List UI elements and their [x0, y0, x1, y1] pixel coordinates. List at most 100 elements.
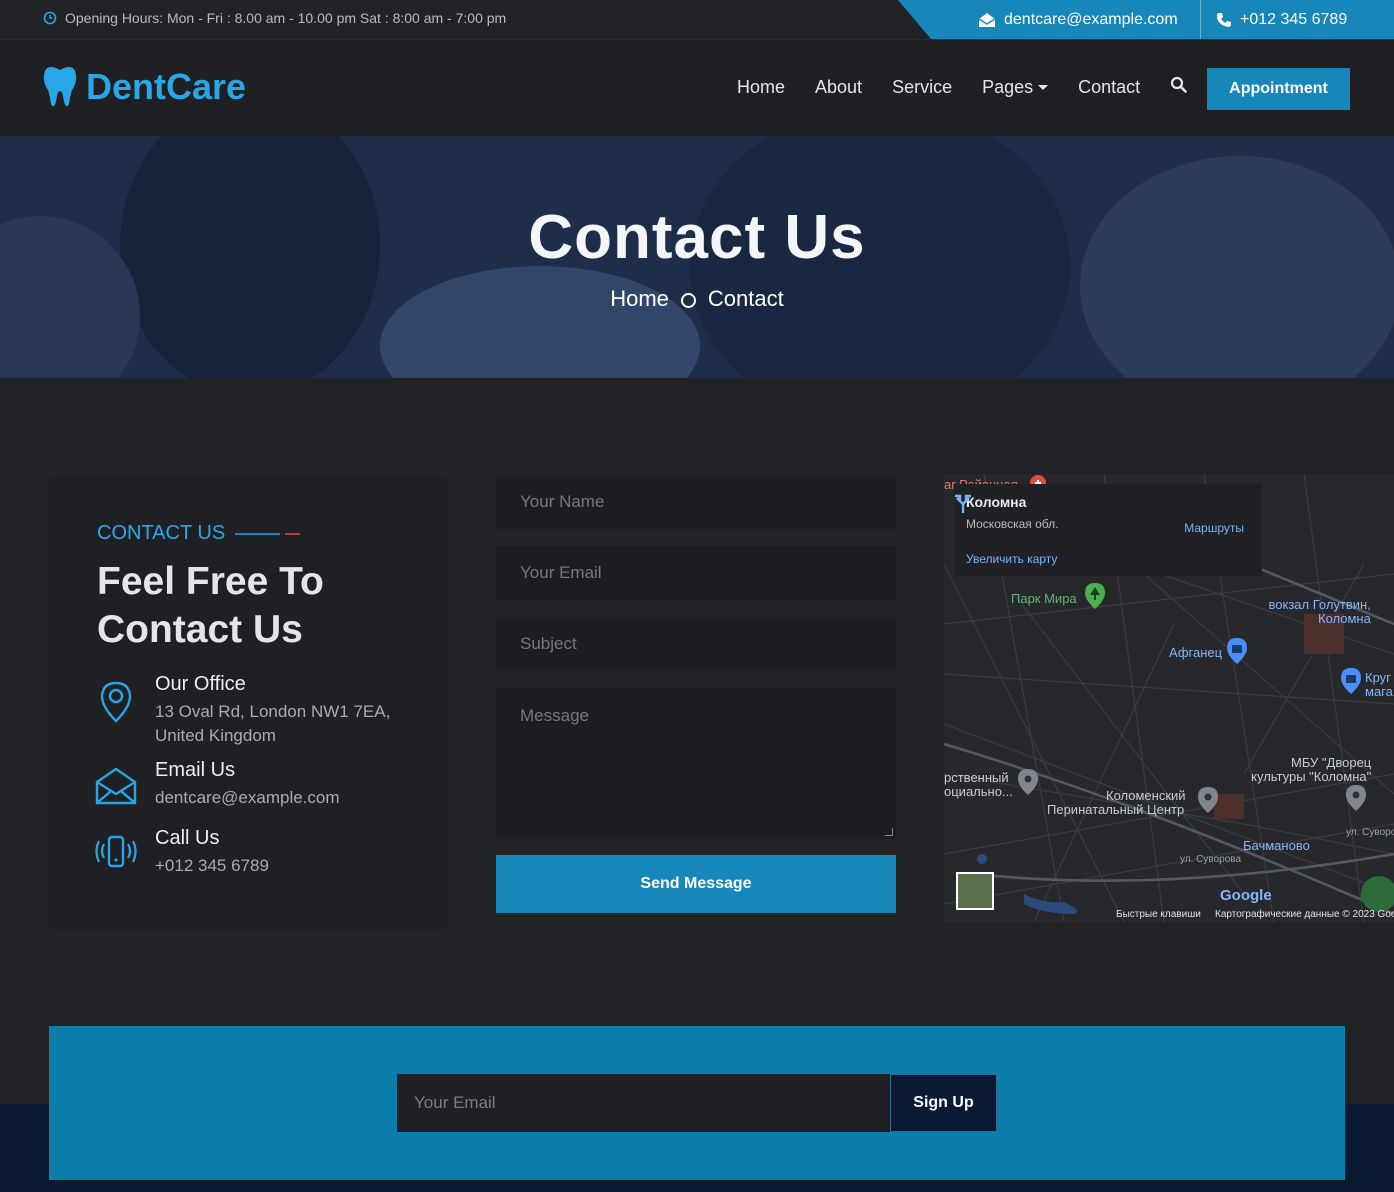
dvorets-line-1: МБУ "Дворец: [1291, 755, 1372, 770]
krug-line-1: Круг: [1365, 670, 1391, 685]
page-title: Contact Us: [528, 203, 866, 272]
location-pin-icon: [95, 673, 137, 748]
contact-info-card: CONTACT US Feel Free To Contact Us Our O…: [49, 475, 447, 930]
circle-separator-icon: [680, 293, 696, 308]
perinatal-line-2: Перинатальный Центр: [1047, 802, 1185, 817]
shop-pin-icon: [1341, 668, 1361, 694]
email-info: Email Us dentcare@example.com: [95, 759, 340, 810]
nav-pages-dropdown[interactable]: Pages: [982, 76, 1049, 98]
nav-service[interactable]: Service: [892, 77, 952, 98]
email-input[interactable]: Your Email: [496, 546, 896, 600]
newsletter-email-input[interactable]: Your Email: [397, 1074, 890, 1132]
opening-hours-text: Opening Hours: Mon - Fri : 8.00 am - 10.…: [65, 10, 507, 26]
left-line-1: рственный: [944, 770, 1009, 785]
envelope-open-icon: [978, 12, 996, 27]
heading-line-1: Feel Free To: [97, 560, 324, 603]
map-label-afganets: Афганец: [1169, 645, 1223, 660]
brand-name: DentCare: [86, 66, 247, 107]
sign-up-button[interactable]: Sign Up: [890, 1074, 997, 1132]
email-value[interactable]: dentcare@example.com: [155, 786, 340, 810]
call-title: Call Us: [155, 827, 220, 849]
nav-pages-label: Pages: [982, 76, 1034, 97]
page-hero: Contact Us Home Contact: [0, 136, 1394, 378]
left-line-2: оциально...: [944, 784, 1013, 799]
map-city: Коломна: [966, 494, 1027, 510]
nav-menu: Home About Service Pages Contact: [737, 76, 1187, 98]
email-title: Email Us: [155, 759, 236, 781]
section-subtitle-text: CONTACT US: [97, 522, 226, 544]
map-label-perinatal: Коломенский Перинатальный Центр: [1047, 789, 1186, 817]
subtitle-accent-line: [285, 532, 301, 535]
map-label-krug: Круг мага: [1365, 671, 1393, 699]
perinatal-line-1: Коломенский: [1106, 788, 1186, 803]
top-bar-divider: [1200, 0, 1201, 39]
map-region: Московская обл.: [966, 517, 1059, 531]
top-bar: Opening Hours: Mon - Fri : 8.00 am - 10.…: [0, 0, 1394, 39]
hero-bg-shape: [380, 266, 700, 378]
map-label-dvorets: МБУ "Дворец культуры "Коломна": [1245, 756, 1371, 784]
heading-line-2: Contact Us: [97, 608, 303, 651]
message-textarea[interactable]: Message: [496, 688, 896, 839]
opening-hours: Opening Hours: Mon - Fri : 8.00 am - 10.…: [43, 10, 506, 26]
search-button[interactable]: [1170, 76, 1187, 98]
office-title: Our Office: [155, 673, 246, 695]
top-phone-link[interactable]: +012 345 6789: [1216, 0, 1347, 39]
resize-handle[interactable]: [885, 828, 893, 836]
search-icon: [1171, 76, 1187, 93]
enlarge-map-link[interactable]: Увеличить карту: [966, 552, 1057, 566]
breadcrumb-current: Contact: [707, 286, 784, 311]
place-pin-icon: [1198, 787, 1218, 813]
caret-down-icon: [1038, 85, 1049, 91]
map-data-copyright[interactable]: Картографические данные © 2023 Goo: [1215, 909, 1394, 920]
newsletter-banner: Your Email Sign Up: [49, 1026, 1345, 1180]
shop-pin-icon: [1227, 638, 1247, 664]
embedded-map[interactable]: ar Районная Парк Мира вокзал Голутвин,Ко…: [944, 474, 1394, 922]
station-line-1: вокзал Голутвин,: [1268, 597, 1371, 612]
tooth-icon: [43, 67, 77, 107]
directions-icon[interactable]: [954, 494, 972, 514]
message-placeholder: Message: [520, 706, 589, 725]
send-message-button[interactable]: Send Message: [496, 855, 896, 913]
directions-link[interactable]: Маршруты: [1184, 521, 1244, 535]
map-label-left: рственный оциально...: [944, 771, 1013, 799]
name-input[interactable]: Your Name: [496, 475, 896, 529]
place-pin-icon: [1018, 769, 1038, 795]
appointment-button[interactable]: Appointment: [1207, 68, 1350, 110]
map-place-card: Коломна Московская обл. Увеличить карту …: [954, 484, 1262, 576]
map-label-street-2: ул. Суворо: [1346, 827, 1394, 838]
nav-home[interactable]: Home: [737, 77, 785, 98]
breadcrumb: Home Contact: [0, 286, 1394, 312]
krug-line-2: мага: [1365, 684, 1393, 699]
station-line-2: Коломна: [1318, 611, 1371, 626]
nav-contact[interactable]: Contact: [1078, 77, 1140, 98]
place-pin-icon: [1346, 785, 1366, 811]
section-heading: Feel Free To Contact Us: [97, 558, 324, 654]
top-phone-text: +012 345 6789: [1240, 10, 1348, 28]
subtitle-line: [235, 532, 281, 535]
call-value[interactable]: +012 345 6789: [155, 854, 269, 878]
office-address-line-1: 13 Oval Rd, London NW1 7EA,: [155, 702, 391, 721]
office-info: Our Office 13 Oval Rd, London NW1 7EA, U…: [95, 673, 390, 748]
satellite-toggle[interactable]: [956, 872, 994, 910]
map-label-bachmanovo: Бачманово: [1243, 838, 1310, 853]
top-email-link[interactable]: dentcare@example.com: [978, 0, 1178, 39]
keyboard-shortcuts-link[interactable]: Быстрые клавиши: [1116, 909, 1201, 920]
top-email-text: dentcare@example.com: [1004, 10, 1178, 28]
google-logo: Google: [1220, 887, 1272, 904]
map-label-park: Парк Мира: [1011, 591, 1077, 606]
section-subtitle: CONTACT US: [97, 522, 301, 545]
dvorets-line-2: культуры "Коломна": [1251, 769, 1372, 784]
vibrating-phone-icon: [95, 827, 137, 878]
subject-input[interactable]: Subject: [496, 617, 896, 671]
tree-pin-icon: [1085, 583, 1105, 609]
office-address-line-2: United Kingdom: [155, 726, 276, 745]
breadcrumb-home[interactable]: Home: [610, 286, 669, 312]
brand-logo[interactable]: DentCare: [42, 66, 246, 108]
map-label-station: вокзал Голутвин, Коломна: [1267, 598, 1371, 626]
nav-about[interactable]: About: [815, 77, 862, 98]
clock-icon: [43, 11, 57, 25]
phone-icon: [1217, 12, 1231, 27]
call-info: Call Us +012 345 6789: [95, 827, 269, 878]
main-navbar: DentCare Home About Service Pages Contac…: [0, 39, 1394, 136]
map-label-street-1: ул. Суворова: [1180, 854, 1242, 865]
